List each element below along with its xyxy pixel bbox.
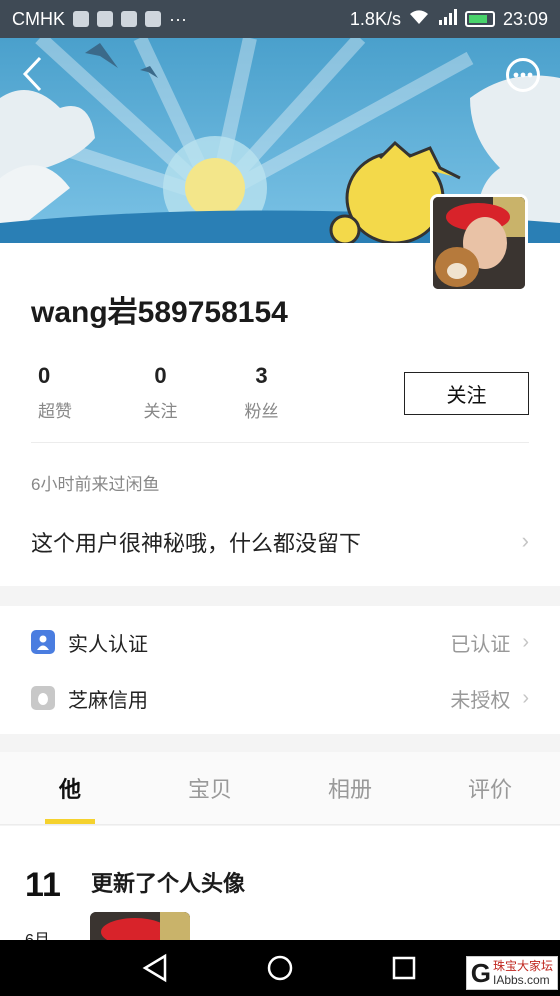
shield-icon [73,11,89,27]
overflow-icon: ··· [169,8,187,29]
square-recents-icon [392,956,416,980]
avatar[interactable] [430,194,528,292]
facebook-icon [121,11,137,27]
tab-album[interactable]: 相册 [280,752,420,825]
verify-status: 未授权 [450,689,511,712]
signal-icon [437,8,457,30]
nav-home-button[interactable] [260,948,300,988]
back-chevron-icon [22,56,42,92]
nav-back-button[interactable] [135,948,175,988]
back-button[interactable] [22,56,62,96]
divider [31,442,529,443]
system-nav-bar: G 珠宝大家坛 IAbbs.com [0,940,560,996]
follow-button[interactable]: 关注 [404,372,529,415]
verify-status: 已认证 [450,633,511,656]
chevron-right-icon: › [521,528,529,553]
feed-day: 11 [25,866,61,904]
network-speed: 1.8K/s [349,8,401,29]
clock: 23:09 [502,8,548,29]
stat-label: 关注 [143,402,178,421]
nav-recents-button[interactable] [384,948,424,988]
stat-likes[interactable]: 0 超赞 [30,363,110,422]
more-dots-icon [513,72,533,78]
tab-reviews[interactable]: 评价 [420,752,560,825]
status-bar: CMHK ··· 1.8K/s 23:09 [0,0,560,38]
username: wang岩589758154 [31,296,288,329]
chevron-right-icon: › [522,686,529,709]
instagram-icon [145,11,161,27]
stat-label: 粉丝 [244,402,279,421]
watermark-line1: 珠宝大家坛 [492,959,553,973]
verify-row-identity[interactable]: 实人认证 已认证 › [0,614,560,670]
verify-row-sesame[interactable]: 芝麻信用 未授权 › [0,670,560,726]
verify-label: 芝麻信用 [68,689,148,712]
id-verify-icon [31,630,55,654]
more-button[interactable] [506,58,540,92]
carrier-label: CMHK [12,8,65,29]
wifi-icon [409,9,429,30]
stats-row: 0 超赞 0 关注 3 粉丝 [30,363,312,422]
stat-value: 0 [38,363,51,388]
watermark-logo: G 珠宝大家坛 IAbbs.com [465,956,558,990]
feed-title: 更新了个人头像 [91,871,246,896]
notification-icon [97,11,113,27]
watermark-line2: IAbbs.com [492,973,550,987]
last-seen-text: 6小时前来过闲鱼 [31,475,160,494]
circle-home-icon [267,955,293,981]
avatar-photo [433,197,525,289]
stat-fans[interactable]: 3 粉丝 [211,363,312,422]
feed-thumbnail[interactable] [90,912,190,940]
stat-value: 0 [154,363,167,388]
stat-following[interactable]: 0 关注 [110,363,211,422]
watermark-letter: G [470,957,491,988]
profile-card: wang岩589758154 0 超赞 0 关注 3 粉丝 关注 6小时前来过闲… [0,243,560,586]
active-tab-indicator [45,819,95,824]
battery-icon [464,11,495,27]
feed-month: 6月 [25,926,50,940]
verification-section: 实人认证 已认证 › 芝麻信用 未授权 › [0,606,560,734]
bio-text[interactable]: 这个用户很神秘哦，什么都没留下 [31,526,361,558]
verify-label: 实人认证 [68,633,148,656]
stat-label: 超赞 [38,402,72,421]
triangle-back-icon [142,953,167,983]
tab-him[interactable]: 他 [0,752,140,825]
tab-items[interactable]: 宝贝 [140,752,280,825]
stat-value: 3 [255,363,268,388]
chevron-right-icon: › [522,630,529,653]
sesame-credit-icon [31,686,55,710]
tab-bar: 他 宝贝 相册 评价 [0,752,560,825]
activity-feed: 11 6月 更新了个人头像 [0,826,560,940]
